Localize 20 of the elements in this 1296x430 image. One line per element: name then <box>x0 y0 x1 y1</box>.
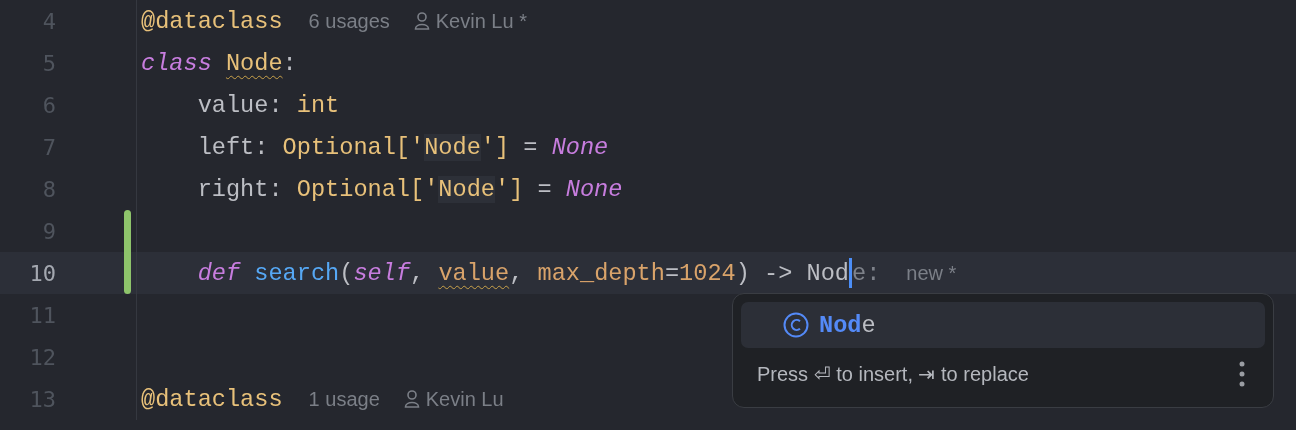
code-line: value: int <box>196 91 340 119</box>
code-line: right: Optional['Node'] = None <box>196 175 623 203</box>
completion-hint: Press ⏎ to insert, ⇥ to replace <box>757 361 1029 386</box>
inlay-hint[interactable]: new * <box>906 261 957 285</box>
author-hint[interactable]: Kevin Lu * <box>435 9 527 33</box>
code-line: def search(self, value, max_depth=1024) -> Nod e: <box>196 258 881 288</box>
person-icon <box>413 12 430 30</box>
code-line: @dataclass <box>141 385 283 413</box>
inlay-hint[interactable]: 1 usage <box>308 387 380 411</box>
line-number: 10 <box>28 260 56 286</box>
completion-label: Node <box>819 311 876 339</box>
author-hint[interactable]: Kevin Lu <box>425 387 504 411</box>
person-icon <box>403 390 420 408</box>
code-line: left: Optional['Node'] = None <box>196 133 609 161</box>
class-icon <box>783 312 809 338</box>
more-options-icon[interactable] <box>1239 360 1245 387</box>
code-line: class Node: <box>141 49 297 77</box>
completion-item[interactable]: Node <box>741 302 1265 348</box>
code-line: @dataclass <box>141 7 283 35</box>
inlay-hint[interactable]: 6 usages <box>308 9 390 33</box>
